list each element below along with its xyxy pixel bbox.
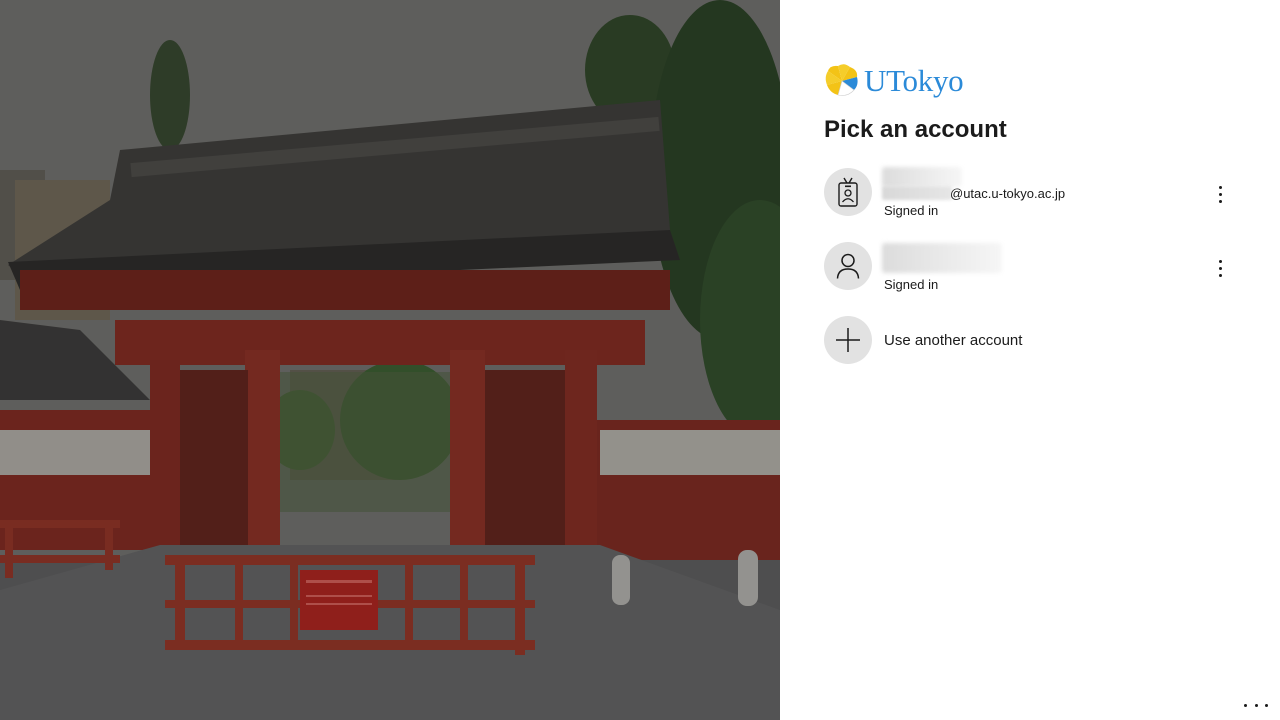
more-vertical-icon <box>1218 258 1222 279</box>
account-picker-pane: UTokyo Pick an account @utac.u-tokyo.ac.… <box>780 0 1280 720</box>
utokyo-logo: UTokyo <box>824 62 964 100</box>
background-photo <box>0 0 780 720</box>
account-avatar <box>824 242 872 290</box>
account-options-button[interactable] <box>1208 178 1232 210</box>
plus-icon <box>836 328 860 352</box>
account-status: Signed in <box>884 203 939 218</box>
page-title: Pick an account <box>824 116 1007 143</box>
more-options-button[interactable] <box>1244 698 1268 712</box>
use-another-account-button[interactable]: Use another account <box>824 316 1244 364</box>
account-name-redacted <box>882 167 962 187</box>
account-email-redacted <box>882 186 952 200</box>
signin-page: UTokyo Pick an account @utac.u-tokyo.ac.… <box>0 0 1280 720</box>
account-options-button[interactable] <box>1208 252 1232 284</box>
more-horizontal-icon <box>1244 703 1247 707</box>
more-vertical-icon <box>1218 184 1222 205</box>
account-tile-2[interactable]: Signed in <box>824 242 1244 298</box>
account-avatar <box>824 168 872 216</box>
logo-text: UTokyo <box>864 63 964 98</box>
badge-icon <box>838 177 858 207</box>
person-icon <box>836 253 860 279</box>
account-tile-1[interactable]: @utac.u-tokyo.ac.jp Signed in <box>824 167 1244 224</box>
account-name-redacted <box>882 243 1002 273</box>
add-account-avatar <box>824 316 872 364</box>
ginkgo-leaf-icon <box>825 64 858 96</box>
account-email: @utac.u-tokyo.ac.jp <box>950 186 1066 201</box>
account-status: Signed in <box>884 277 939 292</box>
use-another-account-label: Use another account <box>884 332 1023 349</box>
